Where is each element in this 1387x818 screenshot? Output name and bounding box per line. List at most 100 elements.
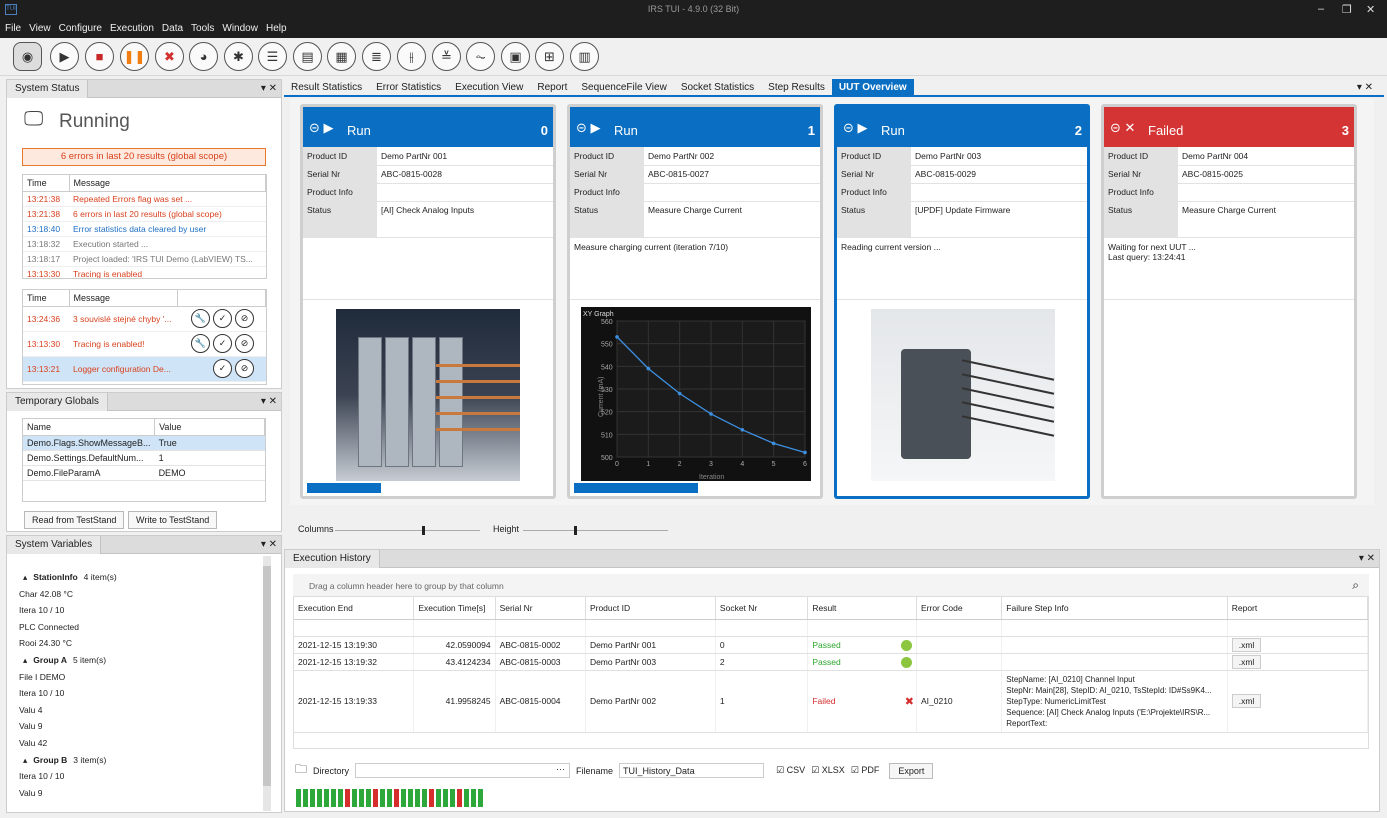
menu-configure[interactable]: Configure <box>54 20 105 34</box>
temp-globals-tab[interactable]: Temporary Globals <box>7 393 108 411</box>
tree-group[interactable]: ▴ Group B 3 item(s) <box>19 752 259 769</box>
menu-tools[interactable]: Tools <box>186 20 217 34</box>
alert-row[interactable]: 13:13:21 Logger configuration De... ✓ ⊘ <box>23 356 266 382</box>
block-icon[interactable]: ⊘ <box>235 309 254 328</box>
report-link[interactable]: .xml <box>1231 694 1262 708</box>
terminate-icon[interactable]: ◕ <box>189 42 218 71</box>
history-col-header[interactable]: Result <box>807 597 917 620</box>
menu-view[interactable]: View <box>24 20 54 34</box>
log-row[interactable]: 13:18:17 Project loaded: 'IRS TUI Demo (L… <box>23 252 266 267</box>
alert-row[interactable]: 13:24:36 3 souvislé stejné chyby '... 🔧 ✓ ⊘ <box>23 306 266 332</box>
history-col-header[interactable]: Failure Step Info <box>1001 597 1228 620</box>
log-row[interactable]: 13:18:40 Error statistics data cleared by… <box>23 222 266 237</box>
tree-item[interactable]: Rooi 24.30 °C <box>19 635 259 652</box>
restore-icon[interactable]: ❐ <box>1342 3 1352 16</box>
filename-input[interactable]: TUI_History_Data <box>619 763 765 778</box>
log-row[interactable]: 13:21:38 Repeated Errors flag was set ... <box>23 192 266 207</box>
table-row[interactable]: Demo.FileParamA DEMO <box>23 465 265 481</box>
menu-file[interactable]: File <box>0 20 24 34</box>
col-value[interactable]: Value <box>154 419 265 436</box>
write-to-teststand-button[interactable]: Write to TestStand <box>128 511 218 529</box>
acknowledge-icon[interactable]: ✓ <box>213 334 232 353</box>
collapse-icon[interactable]: ▴ <box>23 655 27 665</box>
compare-icon[interactable]: ≚ <box>432 42 461 71</box>
abort-icon[interactable]: ✖ <box>155 42 184 71</box>
tree-item[interactable]: Valu 9 <box>19 785 259 802</box>
acknowledge-icon[interactable]: ✓ <box>213 359 232 378</box>
minimize-icon[interactable]: – <box>1318 3 1324 15</box>
tab-step-results[interactable]: Step Results <box>761 79 832 95</box>
execution-history-tab[interactable]: Execution History <box>285 550 380 568</box>
pdf-checkbox[interactable]: ☑ PDF <box>851 765 880 776</box>
report-link[interactable]: .xml <box>1231 637 1262 652</box>
xlsx-checkbox[interactable]: ☑ XLSX <box>811 765 845 776</box>
history-col-header[interactable]: Execution Time[s] <box>413 597 496 620</box>
menu-window[interactable]: Window <box>217 20 261 34</box>
uut-card[interactable]: ⊝ ✕ Failed 3 Product ID Demo PartNr 004 Seria… <box>1101 104 1357 499</box>
tab-execution-view[interactable]: Execution View <box>448 79 530 95</box>
uut-card[interactable]: ⊝ ▶ Run 0 Product ID Demo PartNr 001 Serial N… <box>300 104 556 499</box>
uut-card[interactable]: ⊝ ▶ Run 2 Product ID Demo PartNr 003 Serial N… <box>834 104 1090 499</box>
waveform-icon[interactable]: ⏦ <box>466 42 495 71</box>
group-by-area[interactable]: Drag a column header here to group by th… <box>293 574 1369 596</box>
history-col-header[interactable]: Error Code <box>916 597 1003 620</box>
tab-report[interactable]: Report <box>530 79 574 95</box>
col-time[interactable]: Time <box>23 290 70 307</box>
table-row[interactable]: Demo.Flags.ShowMessageB... True <box>23 435 265 451</box>
history-col-header[interactable]: Socket Nr <box>715 597 809 620</box>
tab-error-statistics[interactable]: Error Statistics <box>369 79 448 95</box>
csv-checkbox[interactable]: ☑ CSV <box>776 765 805 776</box>
stop-icon[interactable]: ■ <box>85 42 114 71</box>
history-col-header[interactable]: Product ID <box>585 597 716 620</box>
tab-sequencefile-view[interactable]: SequenceFile View <box>574 79 673 95</box>
columns-slider[interactable] <box>335 526 480 535</box>
close-icon[interactable]: ✕ <box>1366 3 1375 16</box>
history-row[interactable]: 2021-12-15 13:19:32 43.4124234 ABC-0815-00… <box>294 653 1368 671</box>
read-from-teststand-button[interactable]: Read from TestStand <box>24 511 125 529</box>
tab-uut-overview[interactable]: UUT Overview <box>831 79 914 95</box>
panel-controls[interactable]: ▾ ✕ <box>261 539 277 550</box>
col-message[interactable]: Message <box>69 290 178 307</box>
checklist-icon[interactable]: ☰ <box>258 42 287 71</box>
tree-item[interactable]: File I DEMO <box>19 669 259 686</box>
menu-execution[interactable]: Execution <box>105 20 157 34</box>
menu-help[interactable]: Help <box>261 20 290 34</box>
col-message[interactable]: Message <box>69 175 266 192</box>
system-status-tab[interactable]: System Status <box>7 80 89 98</box>
report-list-icon[interactable]: ▤ <box>293 42 322 71</box>
debug-icon[interactable]: ✱ <box>224 42 253 71</box>
log-row[interactable]: 13:21:38 6 errors in last 20 results (glo… <box>23 207 266 222</box>
tree-group[interactable]: ▴ Group A 5 item(s) <box>19 652 259 669</box>
wrench-icon[interactable]: 🔧 <box>191 334 210 353</box>
col-name[interactable]: Name <box>23 419 156 436</box>
scrollbar[interactable] <box>263 556 271 811</box>
directory-input[interactable]: ··· <box>355 763 571 778</box>
tree-item[interactable]: Valu 42 <box>19 735 259 752</box>
collapse-icon[interactable]: ▴ <box>23 572 27 582</box>
acknowledge-icon[interactable]: ✓ <box>213 309 232 328</box>
tree-item[interactable]: PLC Connected <box>19 619 259 636</box>
wrench-icon[interactable]: 🔧 <box>191 309 210 328</box>
document-icon[interactable]: ▦ <box>327 42 356 71</box>
table-icon[interactable]: ▥ <box>570 42 599 71</box>
menu-data[interactable]: Data <box>157 20 186 34</box>
log-row[interactable]: 13:18:32 Execution started ... <box>23 237 266 252</box>
history-col-header[interactable]: Report <box>1227 597 1368 620</box>
tree-item[interactable]: Itera 10 / 10 <box>19 768 259 785</box>
export-button[interactable]: Export <box>889 762 934 779</box>
search-icon[interactable]: ⌕ <box>1352 578 1359 593</box>
panel-controls[interactable]: ▾ ✕ <box>261 83 277 94</box>
block-icon[interactable]: ⊘ <box>235 359 254 378</box>
history-col-header[interactable]: Execution End <box>294 597 415 620</box>
collapse-icon[interactable]: ▴ <box>23 755 27 765</box>
tree-item[interactable]: Itera 10 / 10 <box>19 602 259 619</box>
block-icon[interactable]: ⊘ <box>235 334 254 353</box>
panel-controls[interactable]: ▾ ✕ <box>1359 553 1375 564</box>
tab-socket-statistics[interactable]: Socket Statistics <box>674 79 761 95</box>
history-row[interactable]: 2021-12-15 13:19:30 42.0590094 ABC-0815-00… <box>294 636 1368 654</box>
history-col-header[interactable]: Serial Nr <box>495 597 586 620</box>
alert-row[interactable]: 13:13:30 Tracing is enabled! 🔧 ✓ ⊘ <box>23 331 266 357</box>
uut-card[interactable]: ⊝ ▶ Run 1 Product ID Demo PartNr 002 Serial N… <box>567 104 823 499</box>
adjust-icon[interactable]: ⫲ <box>397 42 426 71</box>
tab-result-statistics[interactable]: Result Statistics <box>284 79 369 95</box>
